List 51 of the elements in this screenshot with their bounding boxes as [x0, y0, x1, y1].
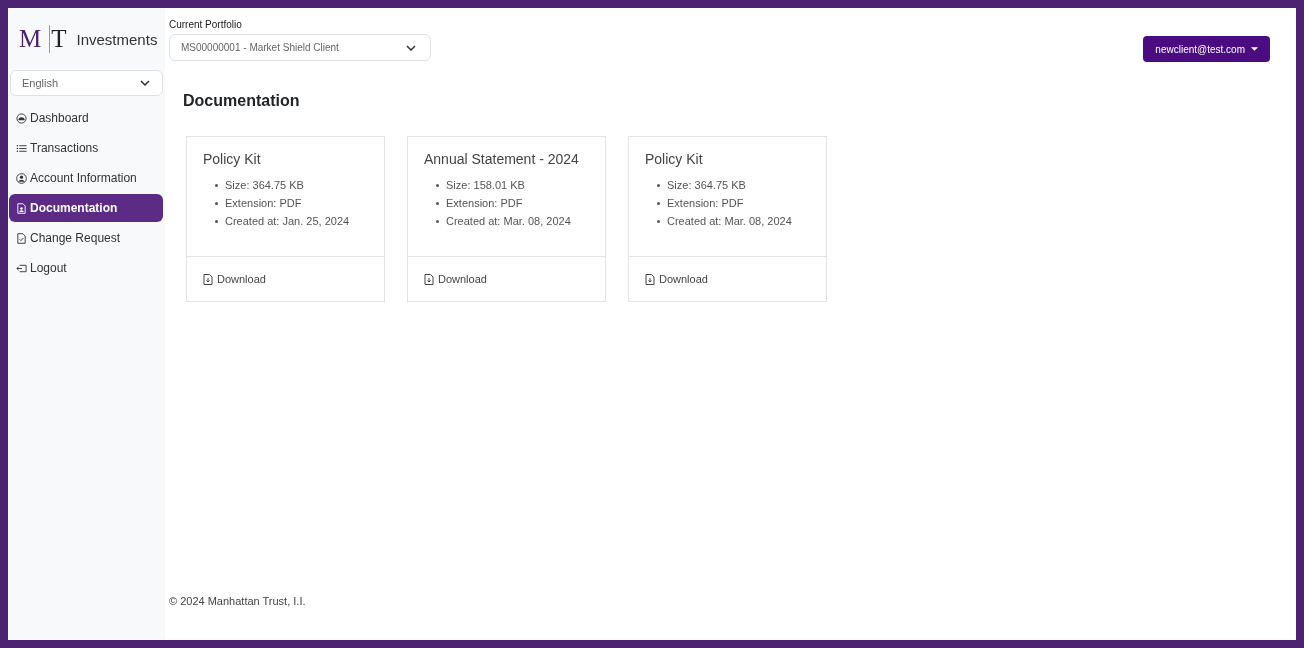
- logout-icon: [16, 262, 27, 274]
- logo-letter: M: [19, 25, 42, 53]
- logo-letter: T: [49, 25, 67, 53]
- document-detail: Size: 158.01 KB: [446, 178, 525, 192]
- download-link[interactable]: Download: [645, 273, 708, 285]
- bullet-icon: [657, 201, 660, 205]
- download-link[interactable]: Download: [424, 273, 487, 285]
- document-check-icon: [16, 232, 27, 244]
- document-icon: [16, 202, 27, 214]
- language-select[interactable]: English: [10, 70, 163, 96]
- bullet-icon: [436, 183, 439, 187]
- bullet-icon: [657, 183, 660, 187]
- download-link[interactable]: Download: [203, 273, 266, 285]
- footer-text: © 2024 Manhattan Trust, I.I.: [169, 595, 306, 607]
- bullet-icon: [215, 219, 218, 223]
- document-detail: Created at: Mar. 08, 2024: [446, 214, 571, 228]
- bullet-icon: [657, 219, 660, 223]
- document-detail: Extension: PDF: [446, 196, 523, 210]
- nav-item[interactable]: Change Request: [9, 224, 163, 252]
- bullet-icon: [215, 183, 218, 187]
- page-title: Documentation: [183, 92, 300, 110]
- document-title: Annual Statement - 2024: [424, 151, 579, 167]
- bullet-icon: [215, 201, 218, 205]
- user-circle-icon: [16, 172, 27, 184]
- document-detail: Created at: Mar. 08, 2024: [667, 214, 792, 228]
- document-title: Policy Kit: [645, 151, 703, 167]
- document-detail: Size: 364.75 KB: [225, 178, 304, 192]
- nav-item[interactable]: Dashboard: [9, 104, 163, 132]
- gauge-icon: [16, 112, 27, 124]
- file-download-icon: [203, 273, 213, 285]
- logo-text: Investments: [76, 30, 158, 48]
- file-download-icon: [645, 273, 655, 285]
- document-detail: Extension: PDF: [667, 196, 744, 210]
- bullet-icon: [436, 219, 439, 223]
- chevron-down-icon: [406, 44, 416, 51]
- document-title: Policy Kit: [203, 151, 261, 167]
- chevron-down-icon: [140, 80, 150, 86]
- list-icon: [16, 142, 27, 154]
- bullet-icon: [436, 201, 439, 205]
- file-download-icon: [424, 273, 434, 285]
- document-detail: Extension: PDF: [225, 196, 302, 210]
- nav-item[interactable]: Logout: [9, 254, 163, 282]
- portfolio-select[interactable]: MS00000001 - Market Shield Client: [169, 34, 431, 61]
- field-label: Current Portfolio: [169, 19, 242, 30]
- nav-item[interactable]: Documentation: [9, 194, 163, 222]
- caret-icon: [1251, 47, 1258, 51]
- nav-item[interactable]: Transactions: [9, 134, 163, 162]
- user-menu-button[interactable]: newclient@test.com: [1143, 36, 1270, 62]
- nav-item[interactable]: Account Information: [9, 164, 163, 192]
- document-detail: Size: 364.75 KB: [667, 178, 746, 192]
- document-detail: Created at: Jan. 25, 2024: [225, 214, 350, 228]
